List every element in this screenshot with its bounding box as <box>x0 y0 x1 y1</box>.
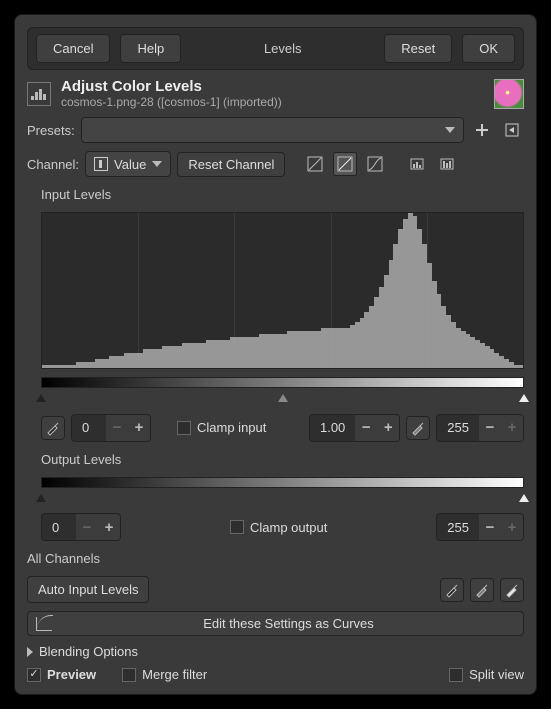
reset-button[interactable]: Reset <box>384 34 452 63</box>
value-channel-icon <box>94 157 108 171</box>
preview-label: Preview <box>47 667 96 682</box>
preview-checkbox[interactable] <box>27 668 41 682</box>
presets-row: Presets: <box>27 117 524 143</box>
output-values-row: 0 − + Clamp output 255 − + <box>41 513 524 541</box>
input-high-value[interactable]: 255 <box>437 420 479 435</box>
log-histogram-button[interactable] <box>333 152 357 176</box>
output-high-minus[interactable]: − <box>479 513 501 541</box>
presets-label: Presets: <box>27 123 75 138</box>
output-black-handle[interactable] <box>36 494 46 502</box>
input-slider-track[interactable] <box>41 396 524 405</box>
clamp-input-label: Clamp input <box>197 420 266 435</box>
dialog-header: Adjust Color Levels cosmos-1.png-28 ([co… <box>27 78 524 109</box>
levels-dialog: Cancel Help Levels Reset OK Adjust Color… <box>14 14 537 695</box>
output-low-plus[interactable]: + <box>98 513 120 541</box>
nonlinear-histogram-button[interactable] <box>363 152 387 176</box>
output-high-plus[interactable]: + <box>501 513 523 541</box>
input-gradient <box>41 377 524 388</box>
input-gamma-minus[interactable]: − <box>355 414 377 442</box>
chevron-down-icon <box>152 161 162 167</box>
output-high-value[interactable]: 255 <box>437 520 479 535</box>
input-black-handle[interactable] <box>36 394 46 402</box>
output-white-handle[interactable] <box>519 494 529 502</box>
add-preset-button[interactable] <box>470 118 494 142</box>
output-high-spin[interactable]: 255 − + <box>436 513 524 541</box>
histogram-mode2-button[interactable] <box>435 152 459 176</box>
levels-icon <box>27 82 51 106</box>
input-high-spin[interactable]: 255 − + <box>436 414 524 442</box>
clamp-output-label: Clamp output <box>250 520 327 535</box>
preset-menu-button[interactable] <box>500 118 524 142</box>
linear-histogram-button[interactable] <box>303 152 327 176</box>
cancel-button[interactable]: Cancel <box>36 34 110 63</box>
histogram-mode1-button[interactable] <box>405 152 429 176</box>
input-gamma-value[interactable]: 1.00 <box>310 420 355 435</box>
output-low-value[interactable]: 0 <box>42 520 76 535</box>
footer-row: Preview Merge filter Split view <box>27 667 524 682</box>
clamp-input-checkbox[interactable] <box>177 421 191 435</box>
auto-input-levels-button[interactable]: Auto Input Levels <box>27 576 149 603</box>
channel-value: Value <box>114 157 146 172</box>
header-title: Adjust Color Levels <box>61 78 484 95</box>
output-levels-label: Output Levels <box>41 452 524 467</box>
presets-combo[interactable] <box>81 117 464 143</box>
help-button[interactable]: Help <box>120 34 181 63</box>
all-pick-gray-button[interactable] <box>470 578 494 602</box>
dialog-title: Levels <box>191 41 374 56</box>
merge-filter-checkbox[interactable] <box>122 668 136 682</box>
pick-gray-point-button[interactable] <box>406 416 430 440</box>
input-low-value[interactable]: 0 <box>72 420 106 435</box>
input-high-plus[interactable]: + <box>501 414 523 442</box>
all-pick-white-button[interactable] <box>500 578 524 602</box>
channel-combo[interactable]: Value <box>85 151 171 177</box>
input-gamma-handle[interactable] <box>278 394 288 402</box>
blending-options-label: Blending Options <box>39 644 138 659</box>
all-pick-black-button[interactable] <box>440 578 464 602</box>
edit-as-curves-label: Edit these Settings as Curves <box>62 616 515 631</box>
channel-label: Channel: <box>27 157 79 172</box>
output-low-spin[interactable]: 0 − + <box>41 513 121 541</box>
histogram[interactable] <box>41 212 524 369</box>
output-slider-track[interactable] <box>41 496 524 505</box>
input-low-minus[interactable]: − <box>106 414 128 442</box>
pick-black-point-button[interactable] <box>41 416 65 440</box>
input-white-handle[interactable] <box>519 394 529 402</box>
clamp-output-checkbox[interactable] <box>230 520 244 534</box>
reset-channel-button[interactable]: Reset Channel <box>177 152 285 177</box>
chevron-down-icon <box>445 127 455 133</box>
image-thumbnail <box>494 79 524 109</box>
expander-arrow-icon <box>27 647 33 657</box>
header-subtitle: cosmos-1.png-28 ([cosmos-1] (imported)) <box>61 95 484 109</box>
output-gradient <box>41 477 524 488</box>
edit-as-curves-button[interactable]: Edit these Settings as Curves <box>27 611 524 636</box>
all-channels-label: All Channels <box>27 551 524 566</box>
input-high-minus[interactable]: − <box>479 414 501 442</box>
input-gamma-plus[interactable]: + <box>377 414 399 442</box>
input-low-spin[interactable]: 0 − + <box>71 414 151 442</box>
split-view-checkbox[interactable] <box>449 668 463 682</box>
dialog-action-bar: Cancel Help Levels Reset OK <box>27 27 524 70</box>
input-low-plus[interactable]: + <box>128 414 150 442</box>
input-gamma-spin[interactable]: 1.00 − + <box>309 414 400 442</box>
curves-icon <box>36 617 52 631</box>
merge-filter-label: Merge filter <box>142 667 207 682</box>
output-low-minus[interactable]: − <box>76 513 98 541</box>
blending-options-expander[interactable]: Blending Options <box>27 644 524 659</box>
all-channels-row: Auto Input Levels <box>27 576 524 603</box>
channel-row: Channel: Value Reset Channel <box>27 151 524 177</box>
input-values-row: 0 − + Clamp input 1.00 − + 255 − + <box>41 414 524 442</box>
split-view-label: Split view <box>469 667 524 682</box>
input-levels-label: Input Levels <box>41 187 524 202</box>
ok-button[interactable]: OK <box>462 34 515 63</box>
